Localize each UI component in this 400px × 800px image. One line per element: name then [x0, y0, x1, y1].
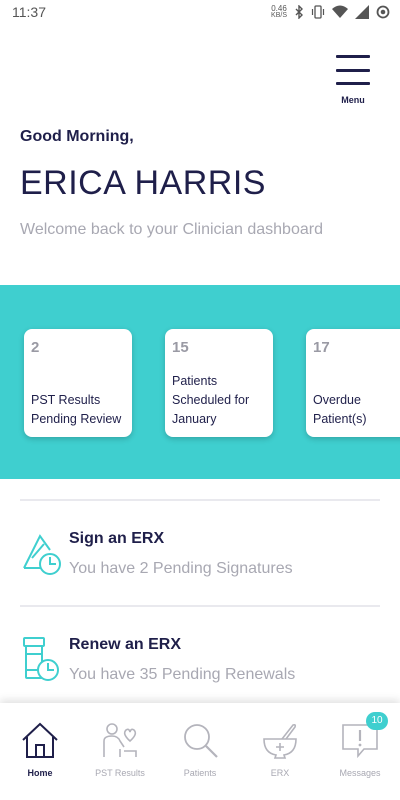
- vibrate-icon: [311, 5, 325, 19]
- nav-item-pst-results[interactable]: PST Results: [80, 703, 160, 800]
- renew-erx-row[interactable]: Renew an ERX You have 35 Pending Renewal…: [20, 636, 380, 696]
- user-name: ERICA HARRIS: [20, 164, 266, 202]
- nav-label: Patients: [183, 768, 217, 778]
- home-icon: [22, 722, 58, 758]
- menu-label: Menu: [341, 95, 365, 105]
- stat-value: 17: [313, 339, 330, 356]
- greeting: Good Morning,: [20, 128, 134, 145]
- stat-card-pst-results[interactable]: 2 PST Results Pending Review: [24, 329, 132, 437]
- welcome-text: Welcome back to your Clinician dashboard: [20, 221, 323, 238]
- nav-label: Messages: [339, 768, 381, 778]
- stat-label: Overdue Patient(s): [313, 393, 367, 426]
- action-subtitle: You have 35 Pending Renewals: [69, 666, 296, 683]
- nav-label: PST Results: [95, 768, 145, 778]
- network-speed-value: 0.46: [271, 4, 287, 13]
- menu-button[interactable]: Menu: [330, 55, 376, 111]
- stat-value: 15: [172, 339, 189, 356]
- stat-card-overdue-patients[interactable]: 17 Overdue Patient(s): [306, 329, 400, 437]
- mortar-pestle-icon: [263, 723, 297, 759]
- action-subtitle: You have 2 Pending Signatures: [69, 560, 293, 577]
- nav-item-erx[interactable]: ERX: [240, 703, 320, 800]
- divider: [20, 605, 380, 607]
- network-speed-unit: KB/S: [271, 12, 287, 19]
- nav-item-messages[interactable]: Messages 10: [320, 703, 400, 800]
- sync-icon: [376, 5, 390, 19]
- hamburger-icon: [336, 55, 370, 85]
- renew-erx-icon: [23, 637, 59, 681]
- nav-item-patients[interactable]: Patients: [160, 703, 240, 800]
- sign-erx-row[interactable]: Sign an ERX You have 2 Pending Signature…: [20, 530, 380, 590]
- bottom-nav: Home PST Results Patients ERX Messages 1…: [0, 703, 400, 800]
- stat-label: PST Results Pending Review: [31, 393, 122, 426]
- messages-badge: 10: [366, 712, 388, 730]
- search-icon: [184, 724, 218, 758]
- status-bar: 11:37 0.46 KB/S: [0, 0, 400, 24]
- signal-icon: [355, 5, 369, 19]
- stat-label: Patients Scheduled for January: [172, 374, 250, 426]
- action-title: Renew an ERX: [69, 636, 182, 653]
- status-time: 11:37: [12, 4, 46, 20]
- wifi-icon: [332, 5, 348, 18]
- nav-item-home[interactable]: Home: [0, 703, 80, 800]
- network-speed: 0.46 KB/S: [271, 4, 287, 20]
- action-title: Sign an ERX: [69, 530, 165, 547]
- nav-label: ERX: [270, 768, 290, 778]
- sign-erx-icon: [23, 534, 61, 575]
- stats-carousel[interactable]: 2 PST Results Pending Review 15 Patients…: [0, 285, 400, 479]
- bluetooth-icon: [295, 5, 303, 19]
- stat-value: 2: [31, 339, 40, 356]
- status-icons: 0.46 KB/S: [271, 5, 390, 19]
- nav-label: Home: [27, 768, 53, 778]
- stat-card-patients-scheduled[interactable]: 15 Patients Scheduled for January: [165, 329, 273, 437]
- pst-results-icon: [103, 723, 137, 757]
- divider: [20, 499, 380, 501]
